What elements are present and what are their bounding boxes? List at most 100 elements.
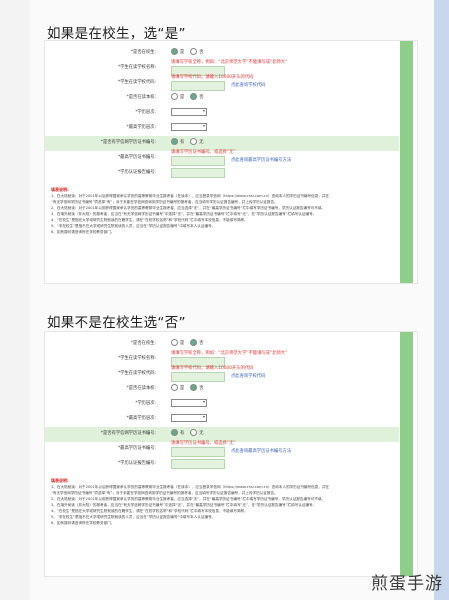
dropdown-select[interactable]: [171, 108, 207, 116]
side-strip: [434, 0, 449, 600]
text-input[interactable]: [171, 459, 225, 469]
field-control: 有无: [171, 138, 210, 145]
notes-line: 6、如有疑问请咨询所在学校教务部门。: [51, 521, 115, 525]
field-hint: 请填写学校全称，例如：“北京师范大学”不能填写成“北师大”: [171, 60, 288, 65]
field-hint: 请填写学历证书编号，或选择“无”: [171, 150, 236, 155]
radio-button[interactable]: [171, 384, 178, 391]
field-control: [171, 459, 225, 469]
help-link[interactable]: 点此查询学校代码: [231, 83, 265, 88]
form-row: *学生在读学校代码: 请填写学校代码，请输入10000开头的代码点此查询学校代码: [45, 366, 399, 382]
notes-line: 6、如有疑问请咨询所在学校教务部门。: [51, 230, 115, 234]
field-label: *是否在校生:: [130, 341, 156, 346]
dropdown-select[interactable]: [171, 414, 207, 422]
field-control: 是否: [171, 93, 210, 100]
field-label: *学历层次:: [135, 401, 156, 406]
field-control: 请填写学校代码，请输入10000开头的代码点此查询学校代码: [171, 75, 265, 91]
help-link[interactable]: 点此查询学校代码: [231, 374, 265, 379]
field-hint: 请填写学校全称，例如：“北京师范大学”不能填写成“北师大”: [171, 351, 288, 356]
field-label: *最高学历证书编号:: [118, 446, 156, 451]
form-row: *学历认证报告编号:: [45, 166, 399, 181]
field-label: *是否在读本校:: [126, 95, 156, 100]
text-input[interactable]: [171, 156, 225, 166]
form-row: *学生在读学校代码: 请填写学校代码，请输入10000开头的代码点此查询学校代码: [45, 75, 399, 91]
field-control: 是否: [171, 384, 210, 391]
text-input[interactable]: [171, 81, 225, 91]
form-row: *是否在读本校: 是否: [45, 382, 399, 397]
radio-label: 否: [199, 50, 204, 55]
field-label: *学生在读学校代码:: [118, 80, 156, 85]
field-label: *最高学历证书编号:: [118, 155, 156, 160]
radio-button[interactable]: [190, 138, 198, 145]
field-control: 请填写学校代码，请输入10000开头的代码点此查询学校代码: [171, 366, 265, 382]
field-label: *是否有学信网学历证书编号:: [100, 431, 156, 436]
watermark: 煎蛋手游: [371, 574, 443, 594]
radio-button[interactable]: [190, 429, 198, 436]
form-row: *学历认证报告编号:: [45, 457, 399, 472]
help-link[interactable]: 点此查询最高学历证书编号方法: [231, 158, 291, 163]
instructions-notes: 填表说明: 1、在大陆就读：对于2001年以后获得国家承认学历的高等教育毕业生报考…: [51, 478, 393, 526]
field-label: *学历层次:: [135, 110, 156, 115]
field-control: 请填写学历证书编号，或选择“无” 点此查询最高学历证书编号方法: [171, 441, 291, 457]
field-label: *学历认证报告编号:: [118, 461, 156, 466]
field-control: [171, 414, 207, 422]
radio-button[interactable]: [190, 339, 198, 346]
field-label: *是否在读本校:: [126, 386, 156, 391]
text-input[interactable]: [171, 168, 225, 178]
radio-label: 否: [199, 386, 204, 391]
field-hint: 请填写学校代码，请输入10000开头的代码: [171, 75, 254, 80]
text-input[interactable]: [171, 372, 225, 382]
field-label: *学生在读学校代码:: [118, 371, 156, 376]
form-row: *最高学历层次:: [45, 121, 399, 136]
radio-label: 有: [180, 140, 185, 145]
form-screenshot-not-in-school: *是否在校生: 是否 *学生在读学校名称: 请填写学校全称，例如：“北京师范大学”不能…: [44, 331, 418, 577]
radio-button[interactable]: [171, 48, 178, 55]
radio-label: 否: [199, 341, 204, 346]
dropdown-select[interactable]: [171, 123, 207, 131]
field-control: [171, 108, 207, 116]
radio-button[interactable]: [190, 48, 198, 55]
radio-button[interactable]: [190, 93, 198, 100]
field-label: *学生在读学校名称:: [118, 356, 156, 361]
form-row: *最高学历层次:: [45, 412, 399, 427]
green-sidebar: [400, 332, 413, 576]
heading-not-in-school: 如果不是在校生选“否”: [47, 315, 186, 331]
form-row: *最高学历证书编号: 请填写学历证书编号，或选择“无” 点此查询最高学历证书编号方法: [45, 150, 399, 166]
field-control: 是否: [171, 48, 210, 55]
radio-label: 否: [199, 95, 204, 100]
field-label: *学生在读学校名称:: [118, 65, 156, 70]
radio-button[interactable]: [171, 93, 178, 100]
help-link[interactable]: 点此查询最高学历证书编号方法: [231, 449, 291, 454]
radio-label: 是: [180, 341, 185, 346]
form-row: *学历层次:: [45, 106, 399, 121]
radio-label: 是: [180, 95, 185, 100]
instructions-notes: 填表说明: 1、在大陆就读：对于2001年以后获得国家承认学历的高等教育毕业生报考…: [51, 187, 393, 235]
field-control: [171, 123, 207, 131]
field-control: [171, 399, 207, 407]
radio-label: 是: [180, 50, 185, 55]
radio-label: 有: [180, 431, 185, 436]
radio-button[interactable]: [171, 138, 178, 145]
field-control: [171, 168, 225, 178]
field-control: 有无: [171, 429, 210, 436]
form-row: *最高学历证书编号: 请填写学历证书编号，或选择“无” 点此查询最高学历证书编号方法: [45, 441, 399, 457]
field-label: *最高学历层次:: [126, 416, 156, 421]
radio-label: 无: [199, 140, 204, 145]
field-label: *是否有学信网学历证书编号:: [100, 140, 156, 145]
field-label: *最高学历层次:: [126, 125, 156, 130]
field-control: 请填写学历证书编号，或选择“无” 点此查询最高学历证书编号方法: [171, 150, 291, 166]
text-input[interactable]: [171, 447, 225, 457]
form-row: *学历层次:: [45, 397, 399, 412]
field-hint: 请填写学校代码，请输入10000开头的代码: [171, 366, 254, 371]
radio-button[interactable]: [171, 339, 178, 346]
form-row: *是否在读本校: 是否: [45, 91, 399, 106]
field-hint: 请填写学历证书编号，或选择“无”: [171, 441, 236, 446]
form-screenshot-in-school: *是否在校生: 是否 *学生在读学校名称: 请填写学校全称，例如：“北京师范大学”不能…: [44, 40, 418, 284]
field-label: *是否在校生:: [130, 50, 156, 55]
heading-in-school: 如果是在校生，选“是”: [47, 26, 186, 42]
radio-label: 是: [180, 386, 185, 391]
field-label: *学历认证报告编号:: [118, 170, 156, 175]
green-sidebar: [400, 41, 413, 283]
radio-button[interactable]: [171, 429, 178, 436]
radio-button[interactable]: [190, 384, 198, 391]
dropdown-select[interactable]: [171, 399, 207, 407]
